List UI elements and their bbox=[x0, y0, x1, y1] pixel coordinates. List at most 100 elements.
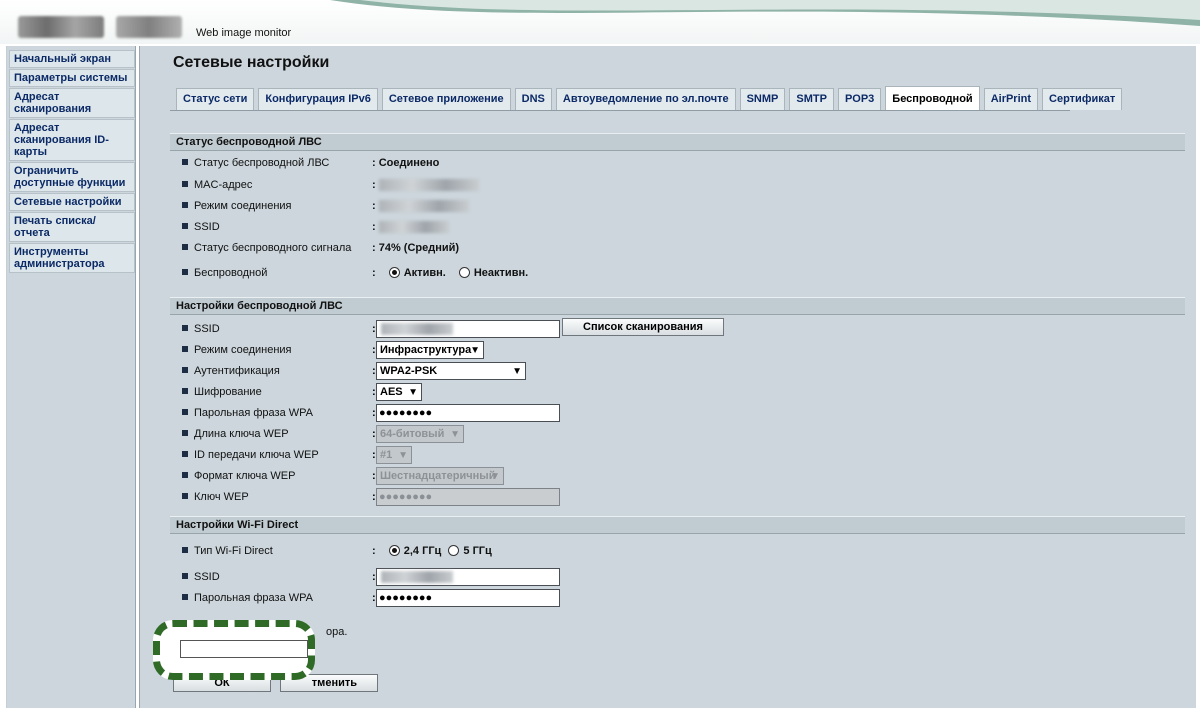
encryption-select[interactable]: AES ▼ bbox=[376, 383, 422, 401]
wifi-direct-type-options: : 2,4 ГГц 5 ГГц bbox=[372, 545, 492, 557]
ssid-status-label: SSID bbox=[182, 221, 220, 233]
row-signal-status: Статус беспроводного сигнала : 74% (Сред… bbox=[182, 239, 1182, 259]
chevron-down-icon: ▼ bbox=[450, 429, 460, 440]
wireless-inactive-label: Неактивн. bbox=[473, 267, 529, 279]
tab-bar: Статус сети Конфигурация IPv6 Сетевое пр… bbox=[176, 86, 1126, 110]
wpa-passphrase-input[interactable] bbox=[376, 404, 560, 422]
tab-network-application[interactable]: Сетевое приложение bbox=[381, 88, 511, 110]
header-bar: Web image monitor bbox=[0, 0, 1200, 44]
wireless-options: : Активн. Неактивн. bbox=[372, 267, 529, 279]
sidebar-item-system-settings[interactable]: Параметры системы bbox=[9, 69, 135, 87]
wlan-status-value: : Соединено bbox=[372, 157, 440, 169]
band-24ghz-label: 2,4 ГГц bbox=[403, 545, 442, 557]
wep-key-label: Ключ WEP bbox=[182, 491, 249, 503]
wireless-label: Беспроводной bbox=[182, 267, 267, 279]
tab-certificate[interactable]: Сертификат bbox=[1042, 88, 1123, 110]
encryption-label: Шифрование bbox=[182, 386, 262, 398]
sidebar-item-network-settings[interactable]: Сетевые настройки bbox=[9, 193, 135, 211]
mac-address-label: MAC-адрес bbox=[182, 179, 252, 191]
sidebar-item-id-card-destination[interactable]: Адресат сканирования ID-карты bbox=[9, 119, 135, 161]
chevron-down-icon: ▼ bbox=[512, 366, 522, 377]
wifi-direct-wpa-label: Парольная фраза WPA bbox=[182, 592, 313, 604]
mac-address-value: : bbox=[372, 179, 479, 192]
product-logo bbox=[116, 16, 182, 38]
wep-key-format-select-value: Шестнадцатеричный bbox=[380, 470, 496, 482]
row-ssid-status: SSID : bbox=[182, 218, 1182, 238]
app-title: Web image monitor bbox=[196, 27, 292, 39]
row-wep-key-length: Длина ключа WEP : 64-битовый ▼ bbox=[182, 425, 1182, 445]
wep-key-length-label: Длина ключа WEP bbox=[182, 428, 289, 440]
band-24ghz-radio[interactable] bbox=[388, 545, 400, 556]
tab-airprint[interactable]: AirPrint bbox=[983, 88, 1039, 110]
row-wpa-passphrase: Парольная фраза WPA : bbox=[182, 404, 1182, 424]
row-connection-mode-setting: Режим соединения : Инфраструктура ▼ bbox=[182, 341, 1182, 361]
row-wireless-toggle: Беспроводной : Активн. Неактивн. bbox=[182, 264, 1182, 284]
ssid-input[interactable] bbox=[376, 320, 560, 338]
redacted-value bbox=[378, 221, 449, 234]
sidebar-item-scan-destination[interactable]: Адресат сканирования bbox=[9, 88, 135, 118]
tab-dns[interactable]: DNS bbox=[514, 88, 552, 110]
connection-mode-setting-label: Режим соединения bbox=[182, 344, 292, 356]
sidebar-menu: Начальный экран Параметры системы Адреса… bbox=[6, 46, 136, 708]
sidebar-item-restrict-functions[interactable]: Ограничить доступные функции bbox=[9, 162, 135, 192]
wifi-direct-wpa-input[interactable] bbox=[376, 589, 560, 607]
connection-mode-value: : bbox=[372, 200, 469, 213]
wep-key-length-select[interactable]: 64-битовый ▼ bbox=[376, 425, 464, 443]
wireless-active-radio[interactable] bbox=[388, 267, 400, 278]
row-wifi-direct-ssid: SSID : bbox=[182, 568, 1182, 588]
sidebar-item-admin-tools[interactable]: Инструменты администратора bbox=[9, 243, 135, 273]
wifi-direct-ssid-input[interactable] bbox=[376, 568, 560, 586]
sidebar-item-home[interactable]: Начальный экран bbox=[9, 50, 135, 68]
wifi-direct-ssid-label: SSID bbox=[182, 571, 220, 583]
row-wep-key-id: ID передачи ключа WEP : #1 ▼ bbox=[182, 446, 1182, 466]
wep-key-format-label: Формат ключа WEP bbox=[182, 470, 295, 482]
footer-note: ора. bbox=[326, 626, 348, 638]
tab-ipv6[interactable]: Конфигурация IPv6 bbox=[258, 88, 378, 110]
wpa-passphrase-label: Парольная фраза WPA bbox=[182, 407, 313, 419]
connection-mode-select[interactable]: Инфраструктура ▼ bbox=[376, 341, 484, 359]
row-wlan-status: Статус беспроводной ЛВС : Соединено bbox=[182, 154, 1182, 174]
section-wlan-status-heading: Статус беспроводной ЛВС bbox=[170, 133, 1185, 151]
redacted-value bbox=[381, 571, 453, 583]
redacted-value bbox=[378, 179, 479, 192]
tab-divider bbox=[170, 110, 1070, 111]
wlan-status-label: Статус беспроводной ЛВС bbox=[182, 157, 329, 169]
tab-pop3[interactable]: POP3 bbox=[837, 88, 882, 110]
signal-status-value: : 74% (Средний) bbox=[372, 242, 460, 254]
ssid-setting-label: SSID bbox=[182, 323, 220, 335]
row-mac-address: MAC-адрес : bbox=[182, 176, 1182, 196]
connection-mode-select-value: Инфраструктура bbox=[380, 344, 472, 356]
highlighted-field[interactable] bbox=[180, 640, 308, 658]
chevron-down-icon: ▼ bbox=[408, 387, 418, 398]
row-wep-key: Ключ WEP : bbox=[182, 488, 1182, 508]
wep-key-input[interactable] bbox=[376, 488, 560, 506]
connection-mode-label: Режим соединения bbox=[182, 200, 292, 212]
wireless-inactive-radio[interactable] bbox=[458, 267, 470, 278]
ssid-status-value: : bbox=[372, 221, 449, 234]
tab-snmp[interactable]: SNMP bbox=[739, 88, 786, 110]
band-5ghz-label: 5 ГГц bbox=[463, 545, 492, 557]
sidebar-item-print-report[interactable]: Печать списка/отчета bbox=[9, 212, 135, 242]
scan-list-button[interactable]: Список сканирования bbox=[562, 318, 724, 336]
row-wifi-direct-wpa: Парольная фраза WPA : bbox=[182, 589, 1182, 609]
wep-key-id-select[interactable]: #1 ▼ bbox=[376, 446, 412, 464]
wep-key-format-select[interactable]: Шестнадцатеричный ▼ bbox=[376, 467, 504, 485]
page-title: Сетевые настройки bbox=[173, 54, 330, 71]
row-authentication: Аутентификация : WPA2-PSK ▼ bbox=[182, 362, 1182, 382]
highlight-callout bbox=[153, 620, 315, 680]
redacted-value bbox=[378, 200, 469, 213]
row-wifi-direct-type: Тип Wi-Fi Direct : 2,4 ГГц 5 ГГц bbox=[182, 542, 1182, 562]
chevron-down-icon: ▼ bbox=[470, 345, 480, 356]
tab-smtp[interactable]: SMTP bbox=[789, 88, 834, 110]
authentication-select-value: WPA2-PSK bbox=[380, 365, 438, 377]
tab-wireless[interactable]: Беспроводной bbox=[885, 86, 980, 110]
encryption-select-value: AES bbox=[380, 386, 403, 398]
tab-network-status[interactable]: Статус сети bbox=[176, 88, 255, 110]
authentication-label: Аутентификация bbox=[182, 365, 280, 377]
band-5ghz-radio[interactable] bbox=[448, 545, 460, 556]
wifi-direct-type-label: Тип Wi-Fi Direct bbox=[182, 545, 273, 557]
tab-email-notification[interactable]: Автоуведомление по эл.почте bbox=[555, 88, 736, 110]
authentication-select[interactable]: WPA2-PSK ▼ bbox=[376, 362, 526, 380]
main-panel: Сетевые настройки Статус сети Конфигурац… bbox=[139, 46, 1196, 708]
redacted-value bbox=[381, 323, 453, 335]
